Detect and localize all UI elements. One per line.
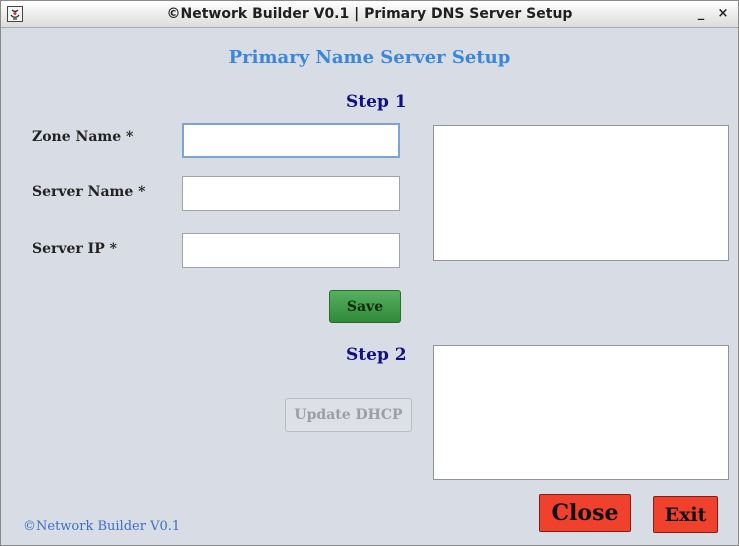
step-1-label: Step 1 bbox=[346, 92, 407, 112]
title-bar[interactable]: ©Network Builder V0.1 | Primary DNS Serv… bbox=[1, 1, 738, 28]
zone-name-label: Zone Name * bbox=[32, 129, 134, 145]
exit-button[interactable]: Exit bbox=[653, 496, 718, 533]
close-button[interactable]: Close bbox=[539, 494, 631, 532]
step-2-output-area[interactable] bbox=[433, 345, 729, 480]
update-dhcp-button[interactable]: Update DHCP bbox=[285, 398, 412, 432]
server-name-label: Server Name * bbox=[32, 184, 146, 200]
window-title: ©Network Builder V0.1 | Primary DNS Serv… bbox=[166, 6, 573, 22]
zone-name-field[interactable] bbox=[182, 123, 400, 158]
footer-copyright: ©Network Builder V0.1 bbox=[23, 519, 181, 534]
app-window: ©Network Builder V0.1 | Primary DNS Serv… bbox=[0, 0, 739, 546]
server-name-field[interactable] bbox=[182, 176, 400, 211]
minimize-button[interactable]: _ bbox=[693, 5, 709, 23]
server-ip-field[interactable] bbox=[182, 233, 400, 268]
step-1-output-area[interactable] bbox=[433, 125, 729, 261]
server-ip-label: Server IP * bbox=[32, 241, 117, 257]
save-button[interactable]: Save bbox=[329, 290, 401, 323]
page-title: Primary Name Server Setup bbox=[228, 47, 511, 68]
window-close-button[interactable]: × bbox=[715, 5, 731, 23]
step-2-label: Step 2 bbox=[346, 345, 407, 365]
